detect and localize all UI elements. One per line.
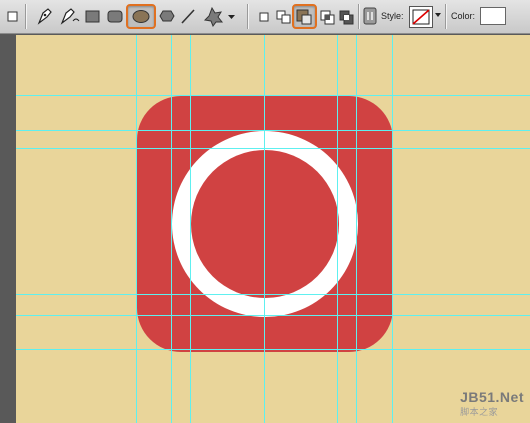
dropdown-arrow-icon[interactable] <box>227 5 237 27</box>
toolbar-separator <box>445 4 446 29</box>
link-style-icon[interactable] <box>363 5 377 27</box>
color-swatch[interactable] <box>480 7 506 25</box>
subtract-area-icon[interactable] <box>292 4 317 29</box>
document-canvas[interactable]: JB51.Net 脚本之家 <box>16 35 530 423</box>
rounded-rectangle-tool-icon[interactable] <box>107 5 124 27</box>
vertical-guide[interactable] <box>337 35 338 423</box>
line-tool-icon[interactable] <box>180 5 196 27</box>
icon-artwork <box>137 96 393 352</box>
vertical-guide[interactable] <box>136 35 137 423</box>
toolbar-separator <box>247 4 248 29</box>
horizontal-guide[interactable] <box>16 95 530 96</box>
workspace-edge <box>0 35 16 423</box>
rectangle-tool-icon[interactable] <box>85 5 101 27</box>
new-layer-icon[interactable] <box>257 5 271 27</box>
add-to-area-icon[interactable] <box>275 5 293 27</box>
watermark-domain: .Net <box>495 389 524 405</box>
site-watermark: JB51.Net 脚本之家 <box>460 389 524 421</box>
horizontal-guide[interactable] <box>16 315 530 316</box>
toolbar-separator <box>358 4 359 29</box>
vertical-guide[interactable] <box>190 35 191 423</box>
horizontal-guide[interactable] <box>16 148 530 149</box>
custom-shape-tool-icon[interactable] <box>202 5 224 27</box>
style-dropdown-arrow-icon[interactable] <box>434 5 442 27</box>
intersect-area-icon[interactable] <box>319 5 337 27</box>
style-swatch[interactable] <box>409 6 433 28</box>
pen-icon[interactable] <box>34 5 56 27</box>
ring-inner-circle <box>191 150 339 298</box>
horizontal-guide[interactable] <box>16 294 530 295</box>
freeform-pen-icon[interactable] <box>58 5 82 27</box>
toolbar-separator <box>25 4 26 29</box>
vertical-guide[interactable] <box>356 35 357 423</box>
no-style-icon <box>412 9 430 25</box>
options-toolbar: Style: Color: <box>0 0 530 34</box>
watermark-cn: 脚本之家 <box>460 407 499 417</box>
style-label: Style: <box>381 11 404 21</box>
polygon-tool-icon[interactable] <box>159 5 175 27</box>
watermark-brand: JB51 <box>460 389 496 405</box>
exclude-area-icon[interactable] <box>338 5 356 27</box>
horizontal-guide[interactable] <box>16 130 530 131</box>
vertical-guide[interactable] <box>392 35 393 423</box>
small-square-icon[interactable] <box>6 5 20 27</box>
horizontal-guide[interactable] <box>16 349 530 350</box>
ellipse-tool-icon[interactable] <box>126 4 156 29</box>
color-label: Color: <box>451 11 476 21</box>
vertical-guide[interactable] <box>171 35 172 423</box>
vertical-guide[interactable] <box>264 35 265 423</box>
